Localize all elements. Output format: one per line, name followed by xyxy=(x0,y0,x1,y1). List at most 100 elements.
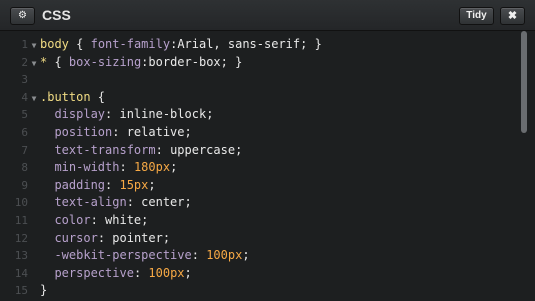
code-editor[interactable]: 1 ▼ body { font-family:Arial, sans-serif; … xyxy=(0,31,535,297)
token-punc xyxy=(40,107,54,121)
token-prop: display xyxy=(54,107,106,122)
css-editor-panel: ⚙ CSS Tidy ✖ 1 ▼ body { font-family:Arial,… xyxy=(0,0,535,297)
token-punc: : xyxy=(126,195,142,210)
token-prop: color xyxy=(54,213,91,227)
tidy-button[interactable]: Tidy xyxy=(459,7,494,25)
line-number: 1 xyxy=(21,38,28,51)
token-val: pointer xyxy=(112,230,163,245)
code-line: 12 cursor: pointer; xyxy=(0,230,520,248)
token-punc: : xyxy=(97,230,113,245)
token-punc xyxy=(40,178,54,192)
token-val: inline-block xyxy=(119,107,207,122)
code-text: min-width: 180px; xyxy=(40,160,177,174)
line-number: 11 xyxy=(14,214,28,227)
code-line: 10 text-align: center; xyxy=(0,194,520,212)
settings-button[interactable]: ⚙ xyxy=(10,7,35,25)
token-num: 100px xyxy=(148,265,185,280)
line-number: 5 xyxy=(21,108,28,122)
code-line: 6 position: relative; xyxy=(0,124,520,142)
code-text: perspective: 100px; xyxy=(40,265,192,280)
token-punc: ; xyxy=(206,107,214,122)
token-val: center xyxy=(141,195,185,210)
token-prop: min-width xyxy=(54,160,120,175)
token-punc: : xyxy=(90,213,106,227)
token-prop: box-sizing xyxy=(68,54,142,69)
fold-arrow-icon[interactable]: ▼ xyxy=(28,55,40,73)
code-text: cursor: pointer; xyxy=(40,231,170,245)
token-punc: ; xyxy=(235,142,243,157)
code-line: 4 ▼ .button { xyxy=(0,89,520,107)
token-punc: : xyxy=(112,125,127,139)
code-line: 11 color: white; xyxy=(0,212,520,230)
line-number: 10 xyxy=(14,196,28,210)
token-punc: ; } xyxy=(220,54,243,69)
token-prop: padding xyxy=(54,177,106,192)
fold-arrow-icon[interactable]: ▼ xyxy=(28,90,40,108)
code-text: } xyxy=(40,283,47,297)
token-val: white xyxy=(105,213,142,227)
token-punc: : xyxy=(191,248,207,263)
close-icon: ✖ xyxy=(507,10,518,22)
token-punc: ; xyxy=(242,248,250,263)
token-prop: font-family xyxy=(90,37,171,51)
line-number: 12 xyxy=(14,231,28,245)
code-text: text-align: center; xyxy=(40,195,192,210)
code-line: 13 -webkit-perspective: 100px; xyxy=(0,247,520,265)
token-punc: { xyxy=(68,37,91,51)
line-number: 14 xyxy=(14,266,28,280)
code-text: * { box-sizing:border-box; } xyxy=(40,55,242,69)
code-text: -webkit-perspective: 100px; xyxy=(40,248,250,263)
code-text: position: relative; xyxy=(40,125,192,139)
line-number: 7 xyxy=(21,143,28,157)
token-punc: ; xyxy=(184,265,192,280)
token-prop: perspective xyxy=(54,265,134,280)
token-val: Arial, sans-serif xyxy=(177,37,301,51)
token-punc: ; xyxy=(184,195,192,210)
token-punc: ; xyxy=(184,125,192,139)
token-punc xyxy=(40,143,54,157)
token-punc xyxy=(40,195,54,209)
token-prop: position xyxy=(54,125,113,139)
code-line: 9 padding: 15px; xyxy=(0,177,520,195)
panel-header: ⚙ CSS Tidy ✖ xyxy=(0,0,535,31)
code-line: 15 } xyxy=(0,282,520,300)
vertical-scrollbar[interactable] xyxy=(521,31,527,133)
token-val: border-box xyxy=(148,54,221,69)
line-number: 2 xyxy=(21,55,28,69)
code-text: .button { xyxy=(40,90,105,104)
token-punc: ; xyxy=(141,213,149,227)
token-punc: : xyxy=(155,142,171,157)
fold-arrow-icon[interactable]: ▼ xyxy=(28,37,40,55)
token-punc: : xyxy=(105,107,120,122)
token-punc: { xyxy=(47,54,69,69)
line-number: 4 xyxy=(21,90,28,104)
line-number: 9 xyxy=(21,178,28,192)
code-line: 3 xyxy=(0,71,520,89)
token-punc: ; xyxy=(148,177,156,192)
token-prop: text-align xyxy=(54,195,127,210)
token-punc: } xyxy=(40,283,48,298)
token-punc xyxy=(40,266,54,280)
token-punc: ; } xyxy=(300,37,322,51)
token-prop: cursor xyxy=(54,230,98,245)
code-line: 8 min-width: 180px; xyxy=(0,159,520,177)
code-text: padding: 15px; xyxy=(40,177,156,192)
token-sel: .button xyxy=(40,89,91,104)
code-text: text-transform: uppercase; xyxy=(40,143,242,157)
token-punc: : xyxy=(133,265,149,280)
token-punc xyxy=(40,213,54,227)
token-num: 15px xyxy=(119,177,149,192)
code-line: 14 perspective: 100px; xyxy=(0,265,520,283)
close-button[interactable]: ✖ xyxy=(500,7,525,25)
token-punc xyxy=(40,231,54,245)
token-punc xyxy=(40,248,54,262)
code-line: 2 ▼ * { box-sizing:border-box; } xyxy=(0,54,520,72)
code-text: body { font-family:Arial, sans-serif; } xyxy=(40,37,322,51)
